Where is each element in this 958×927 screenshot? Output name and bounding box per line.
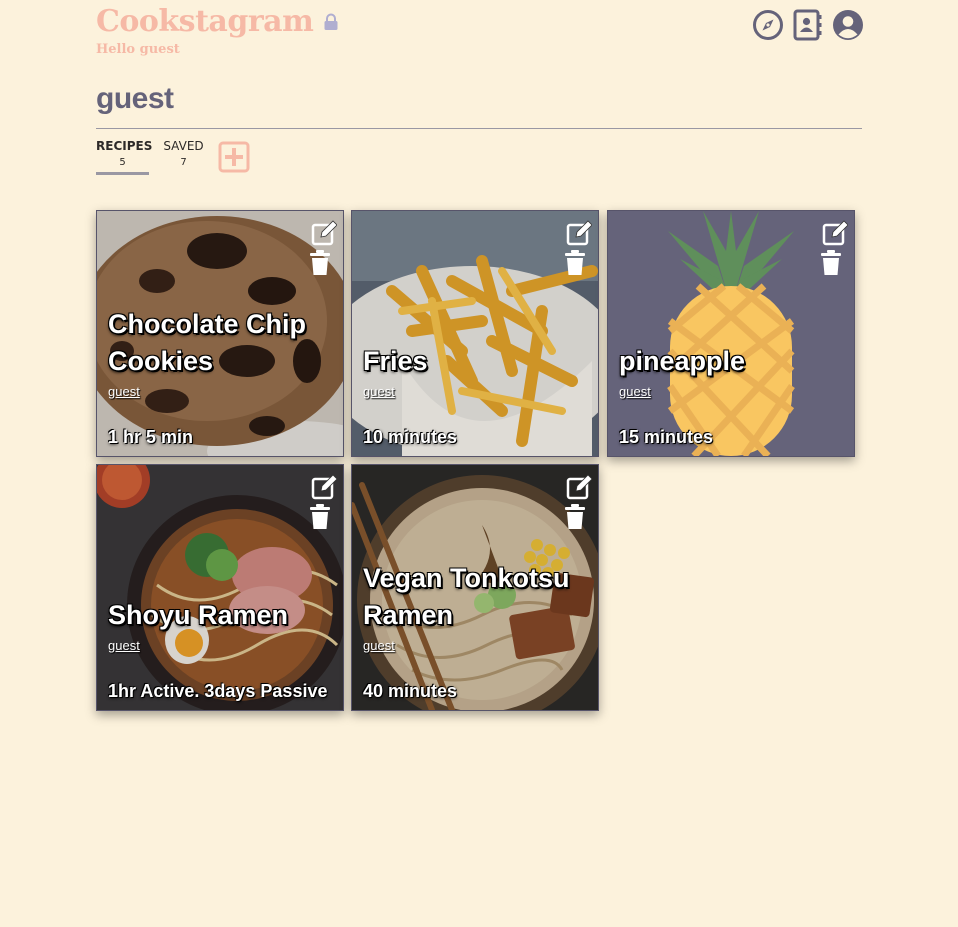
trash-icon[interactable] — [564, 504, 586, 530]
active-tab-indicator — [96, 172, 149, 175]
recipe-time: 1hr Active. 3days Passive — [108, 681, 328, 701]
recipe-author-link[interactable]: guest — [108, 638, 140, 653]
trash-icon[interactable] — [564, 250, 586, 276]
recipe-card[interactable]: Vegan Tonkotsu Ramen guest 40 minutes — [351, 464, 599, 711]
trash-icon[interactable] — [309, 504, 331, 530]
edit-icon[interactable] — [566, 220, 593, 246]
recipe-image — [608, 211, 854, 456]
tab-recipes[interactable]: RECIPES 5 — [96, 139, 153, 175]
address-book-icon[interactable] — [792, 9, 824, 41]
divider — [96, 128, 862, 129]
recipe-title: Vegan Tonkotsu Ramen — [363, 563, 570, 630]
compass-icon[interactable] — [752, 9, 784, 41]
top-nav — [752, 9, 864, 41]
recipe-card[interactable]: pineapple guest 15 minutes — [607, 210, 855, 457]
plus-square-icon — [218, 141, 250, 173]
recipe-image — [97, 465, 343, 710]
edit-icon[interactable] — [566, 474, 593, 500]
recipe-title: pineapple — [619, 346, 746, 376]
add-recipe-button[interactable] — [218, 141, 250, 173]
tab-saved-count: 7 — [180, 157, 187, 168]
recipe-title: Chocolate Chip Cookies — [108, 309, 307, 376]
recipe-time: 1 hr 5 min — [108, 427, 194, 447]
tab-recipes-label: RECIPES — [96, 139, 153, 153]
tab-recipes-count: 5 — [119, 157, 126, 168]
edit-icon[interactable] — [822, 220, 849, 246]
tab-saved-label: SAVED — [163, 139, 204, 153]
recipe-card[interactable]: Chocolate Chip Cookies guest 1 hr 5 min — [96, 210, 344, 457]
recipe-image — [352, 211, 598, 456]
recipe-author-link[interactable]: guest — [108, 384, 140, 399]
recipe-author-link[interactable]: guest — [363, 638, 395, 653]
edit-icon[interactable] — [311, 474, 338, 500]
profile-username: guest — [96, 82, 174, 115]
trash-icon[interactable] — [820, 250, 842, 276]
edit-icon[interactable] — [311, 220, 338, 246]
trash-icon[interactable] — [309, 250, 331, 276]
recipe-time: 15 minutes — [619, 427, 714, 447]
recipe-card[interactable]: Fries guest 10 minutes — [351, 210, 599, 457]
app-logo[interactable]: Cookstagram — [96, 4, 314, 40]
recipe-author-link[interactable]: guest — [363, 384, 395, 399]
user-circle-icon[interactable] — [832, 9, 864, 41]
brand: Cookstagram — [96, 4, 339, 40]
greeting-text: Hello guest — [96, 42, 180, 57]
recipe-title: Shoyu Ramen — [108, 600, 289, 630]
lock-icon — [323, 13, 339, 35]
recipe-time: 10 minutes — [363, 427, 458, 447]
recipe-card[interactable]: Shoyu Ramen guest 1hr Active. 3days Pass… — [96, 464, 344, 711]
tab-saved[interactable]: SAVED 7 — [163, 139, 204, 170]
recipe-author-link[interactable]: guest — [619, 384, 651, 399]
recipe-time: 40 minutes — [363, 681, 458, 701]
recipe-title: Fries — [363, 346, 428, 376]
